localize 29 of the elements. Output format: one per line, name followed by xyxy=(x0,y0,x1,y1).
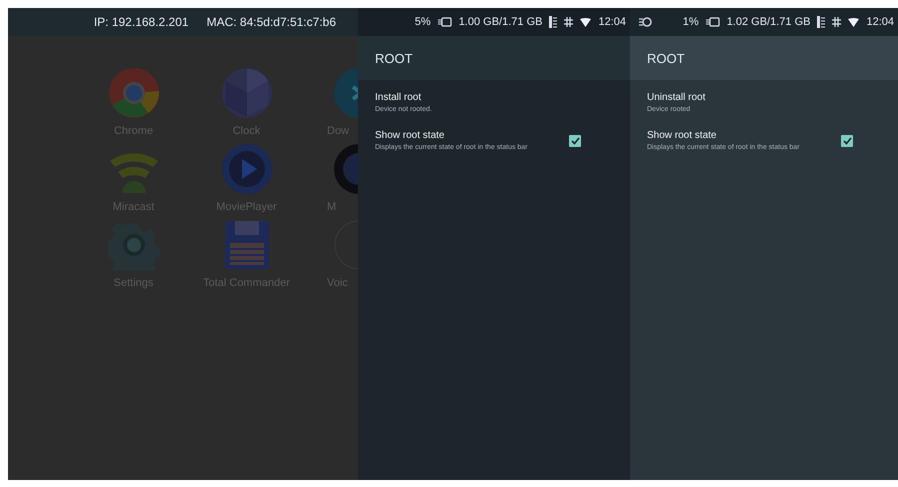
memory-usage: 1.02 GB/1.71 GB xyxy=(726,16,810,28)
sync-icon xyxy=(638,17,652,27)
setting-title[interactable]: Uninstall root xyxy=(647,92,835,103)
setting-title[interactable]: Show root state xyxy=(647,130,835,141)
setting-title[interactable]: Show root state xyxy=(375,130,563,141)
memory-usage: 1.00 GB/1.71 GB xyxy=(458,16,542,28)
panel-title: ROOT xyxy=(647,50,685,66)
storage-icon xyxy=(817,16,826,28)
play-icon xyxy=(220,143,272,195)
storage-icon xyxy=(549,16,558,28)
battery-icon xyxy=(706,17,720,27)
panel-title: ROOT xyxy=(375,50,413,66)
battery-percent: 1% xyxy=(682,16,699,28)
setting-title[interactable]: Install root xyxy=(375,92,563,103)
chrome-icon xyxy=(108,67,160,119)
clock-time: 12:04 xyxy=(866,16,894,28)
cube-icon xyxy=(220,67,272,119)
battery-percent: 5% xyxy=(414,16,431,28)
clock-time: 12:04 xyxy=(598,16,626,28)
gear-icon xyxy=(108,219,160,271)
checkbox[interactable] xyxy=(841,134,853,146)
mac-address: MAC: 84:5d:d7:51:c7:b6 xyxy=(206,15,336,29)
hash-icon xyxy=(832,17,842,27)
hash-icon xyxy=(564,17,574,27)
checkbox[interactable] xyxy=(569,134,581,146)
ip-address: IP: 192.168.2.201 xyxy=(94,15,189,29)
battery-icon xyxy=(438,17,452,27)
wifi-icon xyxy=(580,18,592,26)
wifi-icon xyxy=(848,18,860,26)
